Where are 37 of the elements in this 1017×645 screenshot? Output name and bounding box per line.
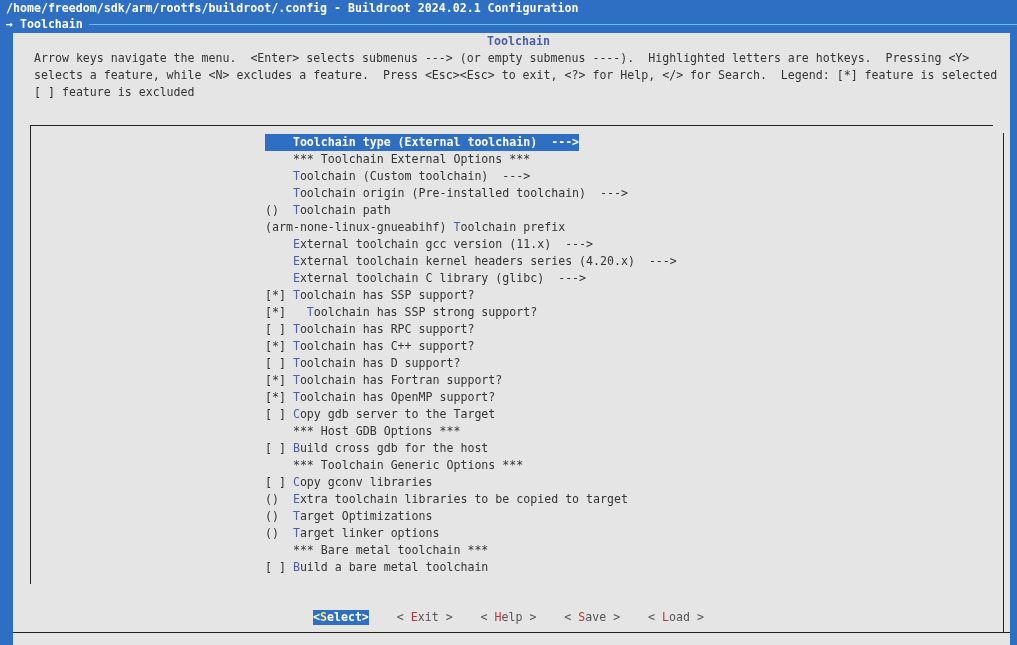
menu-item[interactable]: [*] Toolchain has C++ support?	[265, 338, 475, 355]
help-text: Arrow keys navigate the menu. <Enter> selects submenus ---> (or empty submenus ----). Highlighted letters are hotkeys. Pressing <Y>	[34, 50, 971, 67]
menu-item[interactable]: [ ] Toolchain has D support?	[265, 355, 461, 372]
menu-item[interactable]: [*] Toolchain has OpenMP support?	[265, 389, 496, 406]
menu-item[interactable]: [*] Toolchain has SSP support?	[265, 287, 475, 304]
menu-item[interactable]: [ ] Toolchain has RPC support?	[265, 321, 475, 338]
help-text: [ ] feature is excluded	[34, 84, 196, 101]
menu-item[interactable]: External toolchain gcc version (11.x) --->	[265, 236, 594, 253]
menu-item[interactable]: () Extra toolchain libraries to be copied to target	[265, 491, 628, 508]
menu-item[interactable]: *** Toolchain External Options ***	[265, 151, 531, 168]
dialog-button[interactable]: < Load >	[648, 610, 704, 625]
window-title: /home/freedom/sdk/arm/rootfs/buildroot/.config - Buildroot 2024.02.1 Configuration	[5, 0, 580, 16]
help-text: selects a feature, while <N> excludes a feature. Press <Esc><Esc> to exit, <?> for Help, </> for Search. Legend: [*] feature is selected	[34, 67, 999, 84]
menu-item[interactable]: () Target Optimizations	[265, 508, 433, 525]
menu-item[interactable]: *** Toolchain Generic Options ***	[265, 457, 524, 474]
dialog-button[interactable]: < Help >	[480, 610, 537, 625]
menu-item[interactable]: [*] Toolchain has Fortran support?	[265, 372, 503, 389]
menu-item[interactable]: [ ] Build cross gdb for the host	[265, 440, 489, 457]
menu-item[interactable]: [ ] Copy gdb server to the Target	[265, 406, 496, 423]
dialog-button[interactable]: < Save >	[564, 610, 621, 625]
menu-item[interactable]: Toolchain (Custom toolchain) --->	[265, 168, 531, 185]
menu-item[interactable]: Toolchain type (External toolchain) --->	[265, 134, 580, 151]
menu-item[interactable]: *** Host GDB Options ***	[265, 423, 461, 440]
menu-item[interactable]: [ ] Build a bare metal toolchain	[265, 559, 489, 576]
menu-item[interactable]: External toolchain kernel headers series (4.20.x) --->	[265, 253, 677, 270]
menu-item[interactable]: External toolchain C library (glibc) --->	[265, 270, 587, 287]
breadcrumb: → Toolchain	[6, 16, 83, 33]
menu-item[interactable]: (arm-none-linux-gnueabihf) Toolchain prefix	[265, 219, 566, 236]
menu-item[interactable]: [*] Toolchain has SSP strong support?	[265, 304, 538, 321]
menu-item[interactable]: () Toolchain path	[265, 202, 391, 219]
dialog-button[interactable]: <Select>	[313, 610, 369, 625]
menu-item[interactable]: () Target linker options	[265, 525, 440, 542]
menu-item[interactable]: *** Bare metal toolchain ***	[265, 542, 489, 559]
dialog-title: Toolchain	[486, 33, 551, 50]
dialog-button[interactable]: < Exit >	[396, 610, 453, 625]
menu-item[interactable]: [ ] Copy gconv libraries	[265, 474, 433, 491]
menu-item[interactable]: Toolchain origin (Pre-installed toolchain) --->	[265, 185, 628, 202]
